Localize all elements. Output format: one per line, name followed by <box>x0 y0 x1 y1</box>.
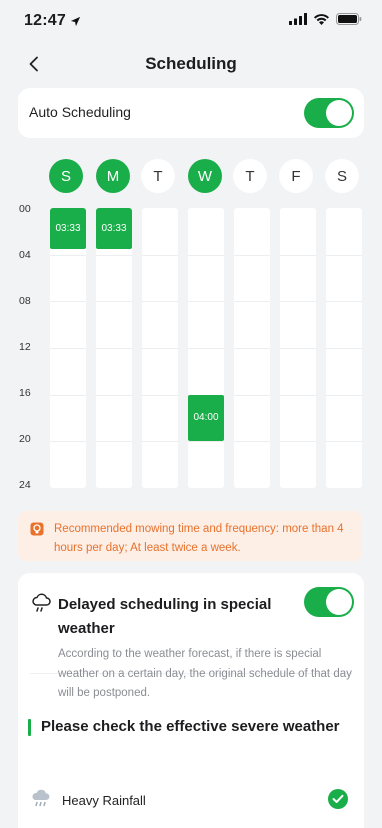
delayed-scheduling-card: Delayed scheduling in special weather Ac… <box>18 573 364 828</box>
day-friday[interactable]: F <box>279 159 313 193</box>
hour-gridline <box>280 441 316 443</box>
hour-gridline <box>188 301 224 303</box>
hour-label: 16 <box>19 387 31 399</box>
toggle-knob <box>326 100 352 126</box>
day-monday[interactable]: M <box>96 159 130 193</box>
hour-gridline <box>96 441 132 443</box>
hour-gridline <box>142 254 178 256</box>
hour-gridline <box>96 254 132 256</box>
day-column-saturday[interactable] <box>326 208 362 488</box>
hour-gridline <box>96 301 132 303</box>
location-arrow-icon <box>70 16 81 26</box>
auto-scheduling-label: Auto Scheduling <box>29 104 131 120</box>
hour-gridline <box>50 441 86 443</box>
hour-label: 24 <box>19 479 31 491</box>
schedule-block-label: 04:00 <box>193 412 219 424</box>
hour-label: 12 <box>19 341 31 353</box>
hour-gridline <box>142 348 178 349</box>
schedule-block[interactable]: 03:33 <box>96 208 132 249</box>
day-saturday[interactable]: S <box>325 159 359 193</box>
lightbulb-icon <box>30 522 44 536</box>
hour-gridline <box>280 301 316 303</box>
delayed-scheduling-title: Delayed scheduling in special weather <box>58 596 272 637</box>
hour-gridline <box>326 254 362 256</box>
hour-gridline <box>142 441 178 443</box>
nav-header: Scheduling <box>0 44 382 84</box>
hour-gridline <box>96 394 132 396</box>
page-title: Scheduling <box>145 54 237 73</box>
hour-gridline <box>188 348 224 349</box>
hour-gridline <box>50 254 86 256</box>
recommendation-tip: Recommended mowing time and frequency: m… <box>18 511 362 561</box>
wifi-icon <box>314 14 329 25</box>
hour-gridline <box>142 394 178 396</box>
hour-gridline <box>50 394 86 396</box>
status-bar: 12:47 <box>0 0 382 44</box>
hour-gridline <box>326 348 362 349</box>
hour-gridline <box>280 348 316 349</box>
hour-gridline <box>280 254 316 256</box>
schedule-block[interactable]: 04:00 <box>188 394 224 442</box>
day-tuesday[interactable]: T <box>141 159 175 193</box>
day-column-friday[interactable] <box>280 208 316 488</box>
cloud-rain-icon <box>32 593 51 612</box>
hour-label: 04 <box>19 249 31 261</box>
hour-gridline <box>188 254 224 256</box>
hour-label: 00 <box>19 203 31 215</box>
schedule-block-label: 03:33 <box>101 222 127 234</box>
hour-gridline <box>188 441 224 443</box>
hour-gridline <box>50 348 86 349</box>
day-column-thursday[interactable] <box>234 208 270 488</box>
severe-weather-section-title: Please check the effective severe weathe… <box>41 718 340 735</box>
toggle-knob <box>326 589 352 615</box>
check-glyph <box>332 794 344 803</box>
day-column-tuesday[interactable] <box>142 208 178 488</box>
hour-label: 20 <box>19 433 31 445</box>
day-wednesday[interactable]: W <box>188 159 222 193</box>
hour-gridline <box>326 394 362 396</box>
section-accent-bar <box>28 719 31 736</box>
delayed-scheduling-description: According to the weather forecast, if th… <box>58 648 352 699</box>
day-sunday[interactable]: S <box>49 159 83 193</box>
hour-gridline <box>326 301 362 303</box>
schedule-block[interactable]: 03:33 <box>50 208 86 249</box>
hour-gridline <box>326 441 362 443</box>
hour-gridline <box>96 348 132 349</box>
heavy-rain-icon <box>32 789 50 807</box>
cellular-signal-icon <box>289 13 307 25</box>
battery-icon <box>336 13 362 25</box>
hour-gridline <box>280 394 316 396</box>
schedule-block-label: 03:33 <box>55 222 81 234</box>
recommendation-text: Recommended mowing time and frequency: m… <box>54 523 344 554</box>
hour-gridline <box>234 348 270 349</box>
status-time: 12:47 <box>24 12 81 30</box>
hour-gridline <box>50 301 86 303</box>
hour-gridline <box>234 441 270 443</box>
auto-scheduling-card: Auto Scheduling <box>18 88 364 138</box>
day-column-monday[interactable]: 03:33 <box>96 208 132 488</box>
hour-label: 08 <box>19 295 31 307</box>
weather-option-heavy-rainfall[interactable]: Heavy Rainfall <box>18 785 364 815</box>
delayed-scheduling-toggle[interactable] <box>304 587 354 617</box>
auto-scheduling-toggle[interactable] <box>304 98 354 128</box>
hour-gridline <box>234 254 270 256</box>
day-thursday[interactable]: T <box>233 159 267 193</box>
checkmark-icon[interactable] <box>328 789 348 809</box>
day-column-wednesday[interactable]: 04:00 <box>188 208 224 488</box>
hour-gridline <box>142 301 178 303</box>
status-time-text: 12:47 <box>24 12 66 29</box>
hour-gridline <box>234 301 270 303</box>
day-column-sunday[interactable]: 03:33 <box>50 208 86 488</box>
hour-gridline <box>234 394 270 396</box>
status-icons <box>289 13 362 25</box>
weather-option-label: Heavy Rainfall <box>62 793 146 808</box>
